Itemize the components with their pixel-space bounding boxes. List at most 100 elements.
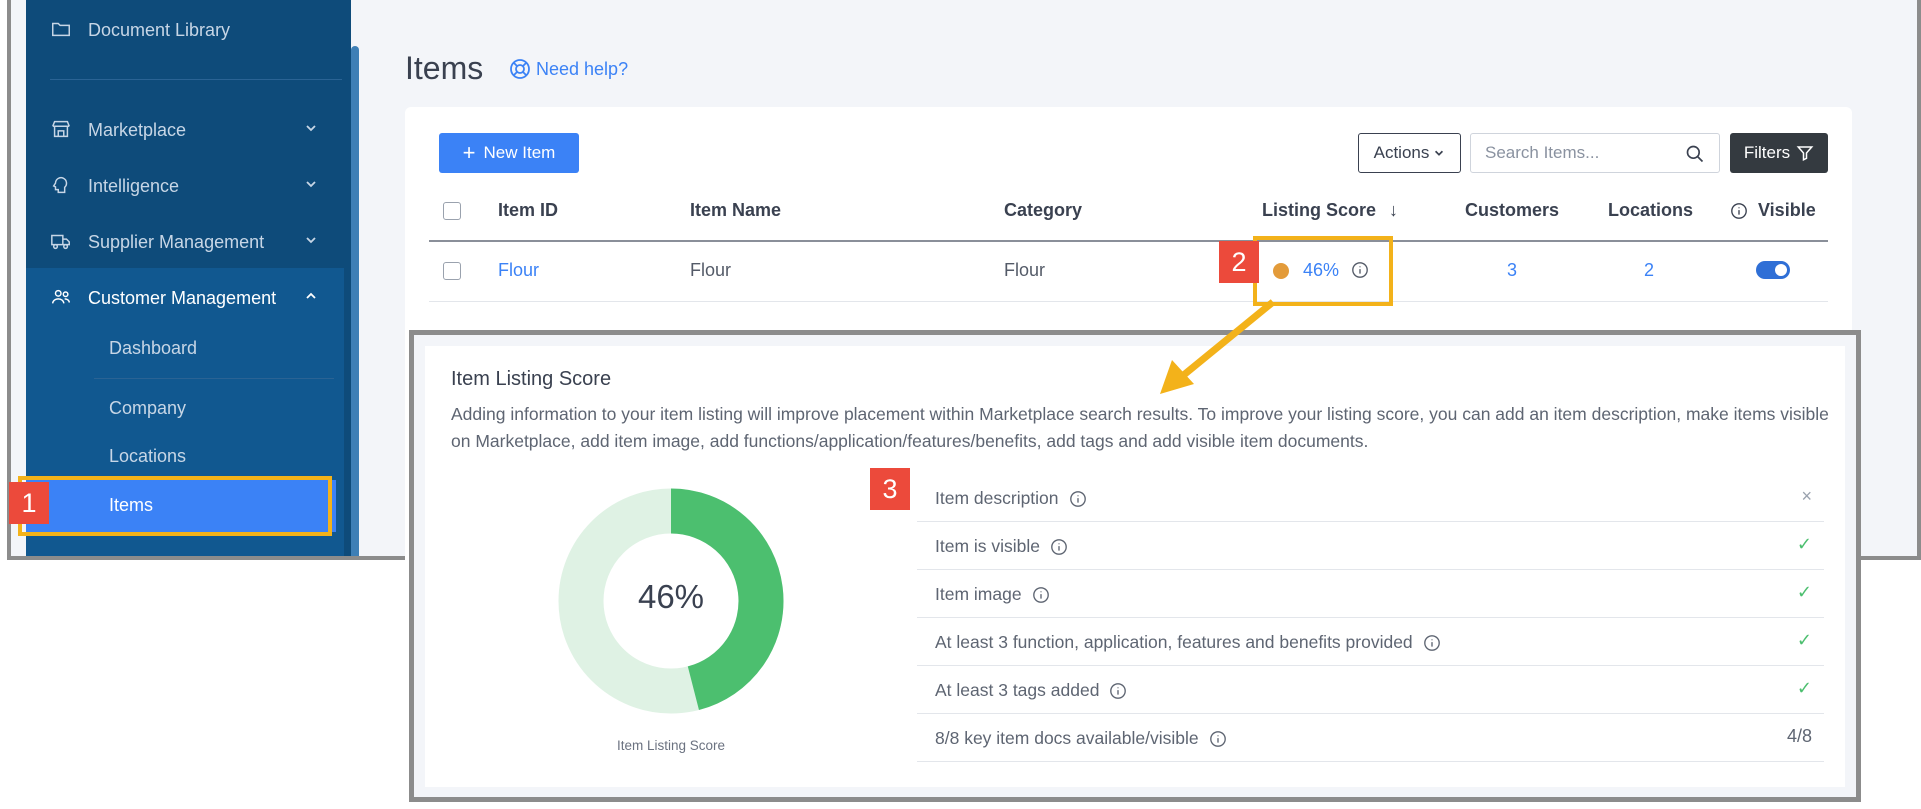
callout-arrow — [1160, 299, 1276, 394]
panel-description: Adding information to your item listing … — [451, 404, 1829, 451]
check-icon: ✓ — [1796, 678, 1812, 698]
chevron-down-icon — [1435, 150, 1444, 156]
check-icon: ✓ — [1796, 630, 1812, 650]
step-badge-2: 2 — [1219, 241, 1259, 283]
row-checkbox[interactable] — [443, 262, 461, 280]
col-locations[interactable]: Locations — [1608, 200, 1693, 221]
sidebar-subitem-locations[interactable]: Locations — [109, 446, 186, 467]
close-icon: × — [1801, 486, 1812, 506]
criteria-label: Item description — [935, 488, 1087, 509]
item-id-link[interactable]: Flour — [498, 260, 539, 281]
visible-toggle[interactable] — [1756, 261, 1790, 279]
col-visible-label: Visible — [1758, 200, 1816, 220]
actions-dropdown[interactable]: Actions — [1358, 133, 1461, 173]
panel-title: Item Listing Score — [451, 368, 612, 390]
chevron-down-icon — [306, 237, 316, 244]
info-icon[interactable] — [1730, 202, 1748, 220]
chevron-down-icon — [306, 125, 316, 132]
sidebar-item-supplier-management[interactable]: Supplier Management — [26, 216, 344, 268]
sidebar-divider — [50, 79, 342, 80]
truck-icon — [50, 230, 74, 254]
col-item-id[interactable]: Item ID — [498, 200, 558, 221]
criteria-row: 8/8 key item docs available/visible 4/8 — [917, 714, 1824, 762]
actions-label: Actions — [1373, 143, 1430, 162]
select-all-checkbox[interactable] — [443, 202, 461, 220]
criteria-label: At least 3 tags added — [935, 680, 1127, 701]
sidebar-item-marketplace[interactable]: Marketplace — [26, 104, 344, 156]
criteria-row: At least 3 tags added ✓ — [917, 666, 1824, 714]
sidebar-scrollbar[interactable] — [351, 46, 359, 556]
sidebar-subitem-company[interactable]: Company — [109, 398, 186, 419]
docs-count: 4/8 — [1786, 726, 1812, 746]
col-customers[interactable]: Customers — [1465, 200, 1559, 221]
col-listing-score-label: Listing Score — [1262, 200, 1377, 220]
table-row-divider — [429, 301, 1828, 302]
col-listing-score[interactable]: Listing Score ↓ — [1262, 200, 1398, 221]
help-link-label: Need help? — [536, 58, 629, 79]
step-badge-3: 3 — [870, 468, 910, 510]
donut-score-label: 46% — [637, 578, 705, 615]
sidebar-item-label: Supplier Management — [88, 231, 265, 252]
criteria-text: 8/8 key item docs available/visible — [935, 728, 1199, 748]
sidebar-item-intelligence[interactable]: Intelligence — [26, 160, 344, 212]
lifebuoy-icon — [510, 59, 530, 79]
users-icon — [50, 286, 74, 310]
sidebar-item-document-library[interactable]: Document Library — [26, 4, 344, 56]
sidebar-item-label: Customer Management — [88, 287, 277, 308]
criteria-row: Item description × — [917, 474, 1824, 522]
new-item-button[interactable]: + New Item — [439, 133, 579, 173]
sidebar-item-label: Marketplace — [88, 119, 187, 140]
col-visible[interactable]: Visible — [1730, 200, 1816, 221]
sidebar-item-customer-management[interactable]: Customer Management — [26, 272, 344, 324]
info-icon[interactable] — [1109, 682, 1127, 700]
check-icon: ✓ — [1796, 534, 1812, 554]
col-category[interactable]: Category — [1004, 200, 1082, 221]
sidebar-subitem-dashboard[interactable]: Dashboard — [109, 338, 197, 359]
search-icon[interactable] — [1685, 144, 1705, 164]
highlight-box-items — [18, 476, 332, 536]
filters-button[interactable]: Filters — [1730, 133, 1828, 173]
criteria-label: Item is visible — [935, 536, 1068, 557]
col-item-name[interactable]: Item Name — [690, 200, 781, 221]
donut-caption: Item Listing Score — [616, 738, 726, 753]
criteria-label: At least 3 function, application, featur… — [935, 632, 1441, 653]
criteria-label: 8/8 key item docs available/visible — [935, 728, 1227, 749]
help-link[interactable]: Need help? — [508, 57, 628, 81]
criteria-label: Item image — [935, 584, 1050, 605]
search-placeholder: Search Items... — [1485, 143, 1600, 162]
info-icon[interactable] — [1032, 586, 1050, 604]
search-input[interactable]: Search Items... — [1470, 133, 1720, 173]
page-title: Items — [405, 50, 484, 86]
criteria-row: Item is visible ✓ — [917, 522, 1824, 570]
table-header-divider — [429, 240, 1828, 242]
criteria-text: Item is visible — [935, 536, 1041, 556]
store-icon — [50, 118, 74, 142]
item-name-cell: Flour — [690, 260, 732, 280]
criteria-text: Item description — [935, 488, 1059, 508]
sort-arrow-icon: ↓ — [1389, 200, 1399, 220]
plus-icon: + — [462, 140, 476, 165]
info-icon[interactable] — [1209, 730, 1227, 748]
chevron-down-icon — [306, 181, 316, 188]
sidebar-item-label: Document Library — [88, 19, 231, 40]
chevron-up-icon — [306, 292, 316, 299]
folder-icon — [50, 18, 74, 42]
criteria-row: At least 3 function, application, featur… — [917, 618, 1824, 666]
brain-icon — [50, 174, 74, 198]
criteria-text: At least 3 function, application, featur… — [935, 632, 1413, 652]
info-icon[interactable] — [1050, 538, 1068, 556]
criteria-text: At least 3 tags added — [935, 680, 1100, 700]
info-icon[interactable] — [1069, 490, 1087, 508]
filters-label: Filters — [1743, 143, 1791, 162]
criteria-text: Item image — [935, 584, 1022, 604]
filter-icon — [1796, 146, 1814, 161]
locations-count-link[interactable]: 2 — [1644, 260, 1654, 281]
customers-count-link[interactable]: 3 — [1507, 260, 1517, 281]
sidebar-divider — [94, 378, 334, 379]
info-icon[interactable] — [1423, 634, 1441, 652]
step-badge-1: 1 — [9, 482, 49, 524]
sidebar-item-label: Intelligence — [88, 175, 180, 196]
check-icon: ✓ — [1796, 582, 1812, 602]
category-cell: Flour — [1004, 260, 1046, 280]
new-item-label: New Item — [483, 143, 556, 162]
